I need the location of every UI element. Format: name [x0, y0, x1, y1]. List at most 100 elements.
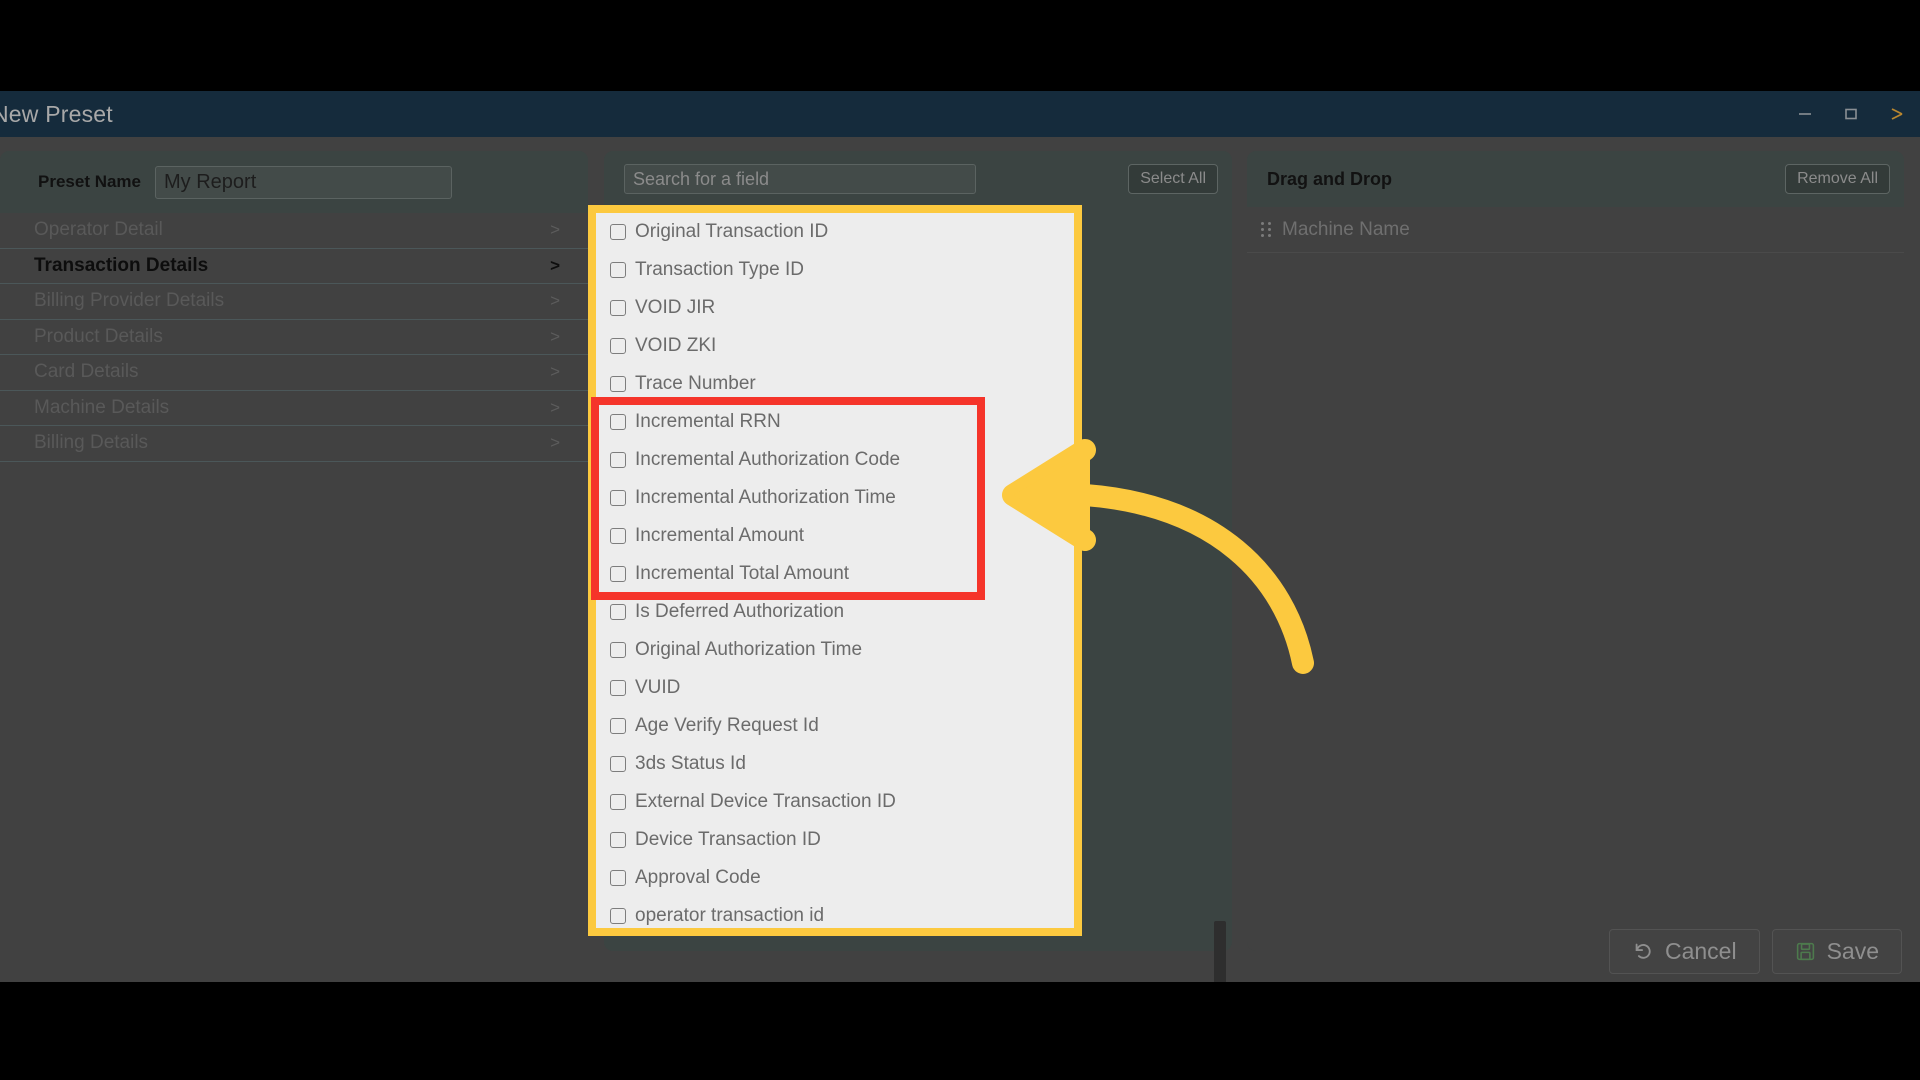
field-checkbox-row[interactable]: Age Verify Request Id	[596, 707, 1074, 745]
sidebar-item-product-details[interactable]: Product Details >	[0, 320, 588, 355]
drag-handle-icon[interactable]	[1261, 222, 1271, 237]
field-checkbox-row[interactable]: operator transaction id	[596, 897, 1074, 928]
chevron-right-icon: >	[550, 220, 560, 240]
field-label: Trace Number	[635, 373, 756, 394]
sidebar-item-machine-details[interactable]: Machine Details >	[0, 391, 588, 426]
category-label: Transaction Details	[34, 254, 209, 276]
checkbox-icon[interactable]	[610, 528, 626, 544]
preset-name-input[interactable]	[155, 165, 453, 199]
field-checkbox-row[interactable]: VUID	[596, 669, 1074, 707]
field-label: Is Deferred Authorization	[635, 601, 845, 622]
chevron-right-icon: >	[550, 433, 560, 453]
available-fields-header: Select All	[604, 151, 1232, 207]
save-button-label: Save	[1826, 937, 1879, 964]
drag-and-drop-panel: Drag and Drop Remove All Machine Name	[1247, 151, 1904, 951]
list-item[interactable]: Machine Name	[1247, 207, 1904, 253]
drag-and-drop-title: Drag and Drop	[1267, 168, 1393, 189]
select-all-button[interactable]: Select All	[1128, 164, 1218, 194]
drag-and-drop-header: Drag and Drop Remove All	[1247, 151, 1904, 207]
checkbox-icon[interactable]	[610, 718, 626, 734]
checkbox-icon[interactable]	[610, 224, 626, 240]
annotation-highlight-box: Original Transaction ID Transaction Type …	[588, 205, 1082, 936]
letterbox-top	[0, 0, 1920, 91]
field-label: Incremental Total Amount	[635, 563, 850, 584]
field-checkbox-row[interactable]: Transaction Type ID	[596, 251, 1074, 289]
field-label: operator transaction id	[635, 905, 825, 926]
field-list-scrollbar-track[interactable]	[1214, 211, 1226, 941]
field-label: Device Transaction ID	[635, 829, 821, 850]
field-checkbox-row[interactable]: Original Transaction ID	[596, 213, 1074, 251]
field-label: Incremental RRN	[635, 411, 781, 432]
checkbox-icon[interactable]	[610, 566, 626, 582]
field-label: Incremental Authorization Time	[635, 487, 896, 508]
checkbox-icon[interactable]	[610, 490, 626, 506]
field-checkbox-row[interactable]: External Device Transaction ID	[596, 783, 1074, 821]
field-checkbox-row[interactable]: Incremental Authorization Code	[596, 441, 1074, 479]
field-checkbox-row[interactable]: Incremental Amount	[596, 517, 1074, 555]
remove-all-button[interactable]: Remove All	[1785, 164, 1890, 194]
floppy-disk-icon	[1795, 941, 1816, 962]
field-checkbox-row[interactable]: Incremental Authorization Time	[596, 479, 1074, 517]
field-label: VUID	[635, 677, 681, 698]
field-checkbox-row[interactable]: Approval Code	[596, 859, 1074, 897]
window-titlebar: New Preset	[0, 91, 1920, 137]
preset-name-label: Preset Name	[38, 172, 142, 191]
checkbox-icon[interactable]	[610, 414, 626, 430]
field-checkbox-row[interactable]: VOID ZKI	[596, 327, 1074, 365]
letterbox-bottom	[0, 982, 1920, 1080]
window-title: New Preset	[0, 100, 113, 127]
field-label: VOID JIR	[635, 297, 716, 318]
checkbox-icon[interactable]	[610, 908, 626, 924]
field-checkbox-row[interactable]: Trace Number	[596, 365, 1074, 403]
search-input[interactable]	[624, 164, 976, 194]
field-label: 3ds Status Id	[635, 753, 746, 774]
checkbox-icon[interactable]	[610, 604, 626, 620]
field-label: Original Transaction ID	[635, 221, 829, 242]
screen-root: New Preset Preset Name My Report Operato…	[0, 0, 1920, 1080]
checkbox-icon[interactable]	[610, 376, 626, 392]
category-label: Billing Details	[34, 432, 149, 454]
save-button[interactable]: Save	[1771, 928, 1902, 974]
field-label: Approval Code	[635, 867, 761, 888]
field-checkbox-row[interactable]: VOID JIR	[596, 289, 1074, 327]
category-label: Card Details	[34, 361, 139, 383]
sidebar-item-billing-details[interactable]: Billing Details >	[0, 426, 588, 462]
undo-icon	[1632, 940, 1654, 962]
chevron-right-icon: >	[550, 397, 560, 417]
sidebar-item-billing-provider-details[interactable]: Billing Provider Details >	[0, 284, 588, 320]
sidebar-item-operator-detail[interactable]: Operator Detail >	[0, 213, 588, 249]
maximize-icon[interactable]	[1828, 91, 1874, 137]
checkbox-icon[interactable]	[610, 870, 626, 886]
checkbox-icon[interactable]	[610, 832, 626, 848]
field-label: Incremental Amount	[635, 525, 804, 546]
sidebar-item-transaction-details[interactable]: Transaction Details >	[0, 249, 588, 284]
cancel-button[interactable]: Cancel	[1608, 928, 1760, 974]
window-controls	[1782, 91, 1920, 137]
field-checkbox-row[interactable]: Device Transaction ID	[596, 821, 1074, 859]
field-label: Original Authorization Time	[635, 639, 863, 660]
category-label: Operator Detail	[34, 219, 163, 241]
category-label: Product Details	[34, 325, 163, 347]
chevron-right-icon: >	[550, 255, 560, 275]
checkbox-icon[interactable]	[610, 642, 626, 658]
field-label: Transaction Type ID	[635, 259, 804, 280]
field-checkbox-row[interactable]: Incremental Total Amount	[596, 555, 1074, 593]
field-label: Age Verify Request Id	[635, 715, 819, 736]
category-label: Machine Details	[34, 396, 170, 418]
minimize-icon[interactable]	[1782, 91, 1828, 137]
checkbox-icon[interactable]	[610, 300, 626, 316]
field-checkbox-row[interactable]: Is Deferred Authorization	[596, 593, 1074, 631]
checkbox-icon[interactable]	[610, 338, 626, 354]
close-icon[interactable]	[1874, 91, 1920, 137]
cancel-button-label: Cancel	[1664, 937, 1737, 964]
checkbox-icon[interactable]	[610, 794, 626, 810]
checkbox-icon[interactable]	[610, 262, 626, 278]
field-checkbox-row[interactable]: 3ds Status Id	[596, 745, 1074, 783]
preset-name-row: Preset Name	[0, 151, 588, 213]
sidebar-item-card-details[interactable]: Card Details >	[0, 355, 588, 391]
checkbox-icon[interactable]	[610, 680, 626, 696]
field-checkbox-row[interactable]: Incremental RRN	[596, 403, 1074, 441]
field-checkbox-row[interactable]: Original Authorization Time	[596, 631, 1074, 669]
checkbox-icon[interactable]	[610, 452, 626, 468]
checkbox-icon[interactable]	[610, 756, 626, 772]
